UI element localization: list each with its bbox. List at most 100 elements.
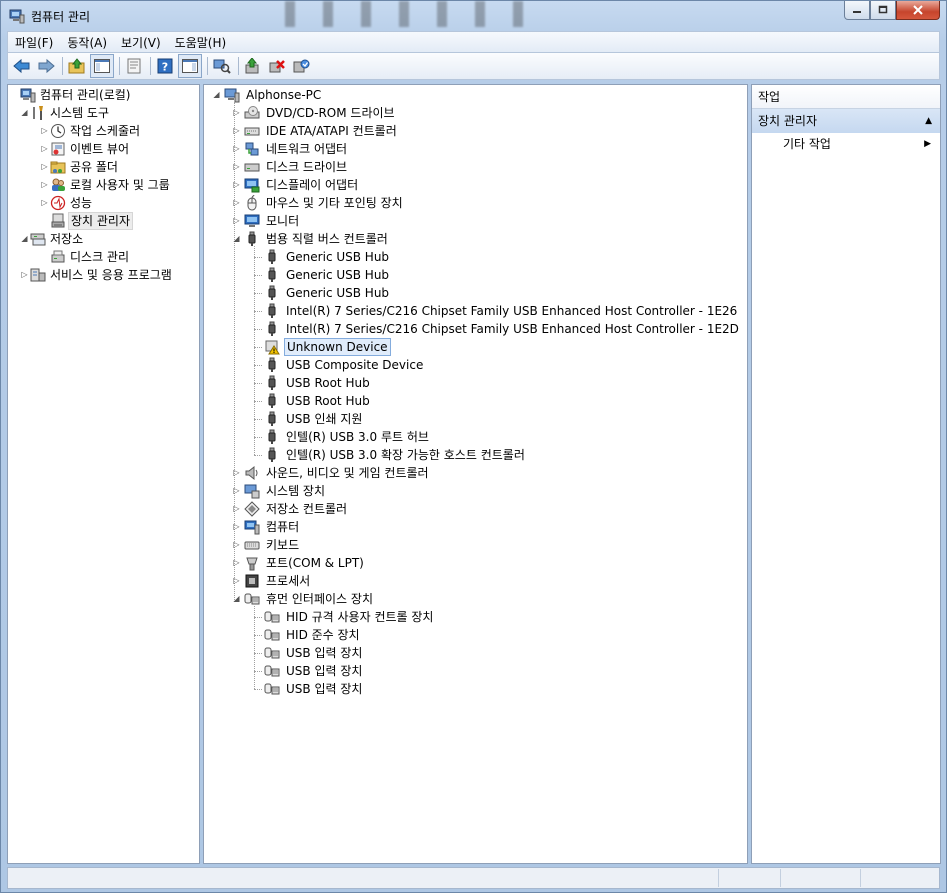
actions-section-device-manager[interactable]: 장치 관리자 ▲: [752, 109, 940, 133]
device-item[interactable]: 인텔(R) USB 3.0 루트 허브: [204, 428, 744, 446]
tree-collapsed-icon[interactable]: ▷: [40, 158, 49, 176]
console-tree-item[interactable]: ▷ 서비스 및 응용 프로그램: [8, 266, 198, 284]
enable-device-button[interactable]: [290, 55, 312, 77]
device-category[interactable]: ▷ 키보드: [204, 536, 744, 554]
menu-action[interactable]: 동작(A): [60, 34, 114, 51]
help-button[interactable]: ?: [154, 55, 176, 77]
device-item[interactable]: USB 입력 장치: [204, 662, 744, 680]
console-tree-item[interactable]: ▷ 성능: [8, 194, 198, 212]
close-button[interactable]: [896, 1, 940, 20]
device-tree-root[interactable]: ◢ Alphonse-PC: [204, 86, 744, 104]
tree-expanded-icon[interactable]: ◢: [232, 590, 241, 608]
minimize-button[interactable]: [844, 1, 870, 20]
tree-collapsed-icon[interactable]: ▷: [232, 482, 241, 500]
tree-expanded-icon[interactable]: ◢: [20, 230, 29, 248]
menu-help[interactable]: 도움말(H): [168, 34, 234, 51]
properties-button[interactable]: [123, 55, 145, 77]
console-tree-item[interactable]: 장치 관리자: [8, 212, 198, 230]
console-tree-item[interactable]: 디스크 관리: [8, 248, 198, 266]
tree-collapsed-icon[interactable]: ▷: [40, 140, 49, 158]
device-category[interactable]: ▷ 컴퓨터: [204, 518, 744, 536]
device-category[interactable]: ▷ 사운드, 비디오 및 게임 컨트롤러: [204, 464, 744, 482]
device-item-label: Intel(R) 7 Series/C216 Chipset Family US…: [286, 322, 739, 336]
device-tree-pane[interactable]: ◢ Alphonse-PC ▷ DVD/CD-ROM 드라이브 ▷ IDE ATA/ATA…: [203, 84, 748, 864]
tree-expanded-icon[interactable]: ◢: [212, 86, 221, 104]
device-item[interactable]: Intel(R) 7 Series/C216 Chipset Family US…: [204, 320, 744, 338]
menu-file[interactable]: 파일(F): [8, 34, 60, 51]
device-item-label: USB 입력 장치: [286, 664, 363, 678]
device-category[interactable]: ▷ 시스템 장치: [204, 482, 744, 500]
tree-collapsed-icon[interactable]: ▷: [232, 104, 241, 122]
device-item[interactable]: Intel(R) 7 Series/C216 Chipset Family US…: [204, 302, 744, 320]
tree-collapsed-icon[interactable]: ▷: [232, 158, 241, 176]
device-category[interactable]: ▷ 모니터: [204, 212, 744, 230]
device-item[interactable]: USB Root Hub: [204, 374, 744, 392]
device-category[interactable]: ▷ 디스크 드라이브: [204, 158, 744, 176]
device-category-label: 휴먼 인터페이스 장치: [266, 592, 373, 606]
console-tree-item[interactable]: ▷ 공유 폴더: [8, 158, 198, 176]
device-item[interactable]: USB 입력 장치: [204, 644, 744, 662]
title-bar[interactable]: 컴퓨터 관리: [1, 1, 946, 31]
tree-collapsed-icon[interactable]: ▷: [40, 194, 49, 212]
tree-expanded-icon[interactable]: ◢: [232, 230, 241, 248]
tree-collapsed-icon[interactable]: ▷: [232, 122, 241, 140]
tree-collapsed-icon[interactable]: ▷: [232, 572, 241, 590]
tree-collapsed-icon[interactable]: ▷: [40, 122, 49, 140]
device-item-label: USB Root Hub: [286, 376, 370, 390]
up-one-level-button[interactable]: [66, 55, 88, 77]
console-tree-item[interactable]: ◢ 시스템 도구: [8, 104, 198, 122]
tree-collapsed-icon[interactable]: ▷: [20, 266, 29, 284]
tree-collapsed-icon[interactable]: ▷: [232, 536, 241, 554]
actions-section-label: 장치 관리자: [758, 114, 818, 128]
tree-collapsed-icon[interactable]: ▷: [232, 194, 241, 212]
device-item-unknown-device[interactable]: Unknown Device: [204, 338, 744, 356]
device-category[interactable]: ◢ 휴먼 인터페이스 장치: [204, 590, 744, 608]
hid-icon: [244, 593, 260, 605]
tree-collapsed-icon[interactable]: ▷: [232, 518, 241, 536]
device-item[interactable]: Generic USB Hub: [204, 266, 744, 284]
device-item[interactable]: Generic USB Hub: [204, 284, 744, 302]
device-item[interactable]: Generic USB Hub: [204, 248, 744, 266]
forward-button[interactable]: [35, 55, 57, 77]
tree-collapsed-icon[interactable]: ▷: [232, 554, 241, 572]
tree-collapsed-icon[interactable]: ▷: [232, 212, 241, 230]
device-item[interactable]: 인텔(R) USB 3.0 확장 가능한 호스트 컨트롤러: [204, 446, 744, 464]
device-category[interactable]: ▷ 저장소 컨트롤러: [204, 500, 744, 518]
tree-collapsed-icon[interactable]: ▷: [232, 464, 241, 482]
uninstall-device-button[interactable]: [266, 55, 288, 77]
console-tree-item[interactable]: 컴퓨터 관리(로컬): [8, 86, 198, 104]
device-category[interactable]: ▷ 디스플레이 어댑터: [204, 176, 744, 194]
device-category[interactable]: ▷ 포트(COM & LPT): [204, 554, 744, 572]
device-item[interactable]: USB 입력 장치: [204, 680, 744, 698]
device-category[interactable]: ◢ 범용 직렬 버스 컨트롤러: [204, 230, 744, 248]
device-category[interactable]: ▷ 프로세서: [204, 572, 744, 590]
console-tree-item[interactable]: ▷ 작업 스케줄러: [8, 122, 198, 140]
tree-collapsed-icon[interactable]: ▷: [232, 500, 241, 518]
device-item[interactable]: HID 준수 장치: [204, 626, 744, 644]
back-button[interactable]: [11, 55, 33, 77]
tree-collapsed-icon[interactable]: ▷: [232, 140, 241, 158]
scan-hardware-changes-button[interactable]: [211, 55, 233, 77]
device-category[interactable]: ▷ IDE ATA/ATAPI 컨트롤러: [204, 122, 744, 140]
tree-collapsed-icon[interactable]: ▷: [40, 176, 49, 194]
device-item[interactable]: USB Root Hub: [204, 392, 744, 410]
device-category[interactable]: ▷ 마우스 및 기타 포인팅 장치: [204, 194, 744, 212]
tree-expanded-icon[interactable]: ◢: [20, 104, 29, 122]
device-category[interactable]: ▷ 네트워크 어댑터: [204, 140, 744, 158]
action-more-actions[interactable]: 기타 작업 ▶: [752, 134, 940, 154]
collapse-up-icon[interactable]: ▲: [925, 109, 932, 133]
tree-collapsed-icon[interactable]: ▷: [232, 176, 241, 194]
device-item[interactable]: USB Composite Device: [204, 356, 744, 374]
console-tree-item[interactable]: ▷ 이벤트 뷰어: [8, 140, 198, 158]
update-driver-button[interactable]: [242, 55, 264, 77]
device-item[interactable]: USB 인쇄 지원: [204, 410, 744, 428]
maximize-button[interactable]: [870, 1, 896, 20]
show-hide-action-pane-button[interactable]: [178, 54, 202, 78]
device-item[interactable]: HID 규격 사용자 컨트롤 장치: [204, 608, 744, 626]
show-hide-console-tree-button[interactable]: [90, 54, 114, 78]
console-tree-item[interactable]: ◢ 저장소: [8, 230, 198, 248]
device-category[interactable]: ▷ DVD/CD-ROM 드라이브: [204, 104, 744, 122]
console-tree-item[interactable]: ▷ 로컬 사용자 및 그룹: [8, 176, 198, 194]
menu-view[interactable]: 보기(V): [114, 34, 168, 51]
console-tree-pane[interactable]: 컴퓨터 관리(로컬) ◢ 시스템 도구 ▷ 작업 스케줄러 ▷ 이벤트 뷰어 ▷ 공유 폴더 ▷ 로…: [7, 84, 200, 864]
